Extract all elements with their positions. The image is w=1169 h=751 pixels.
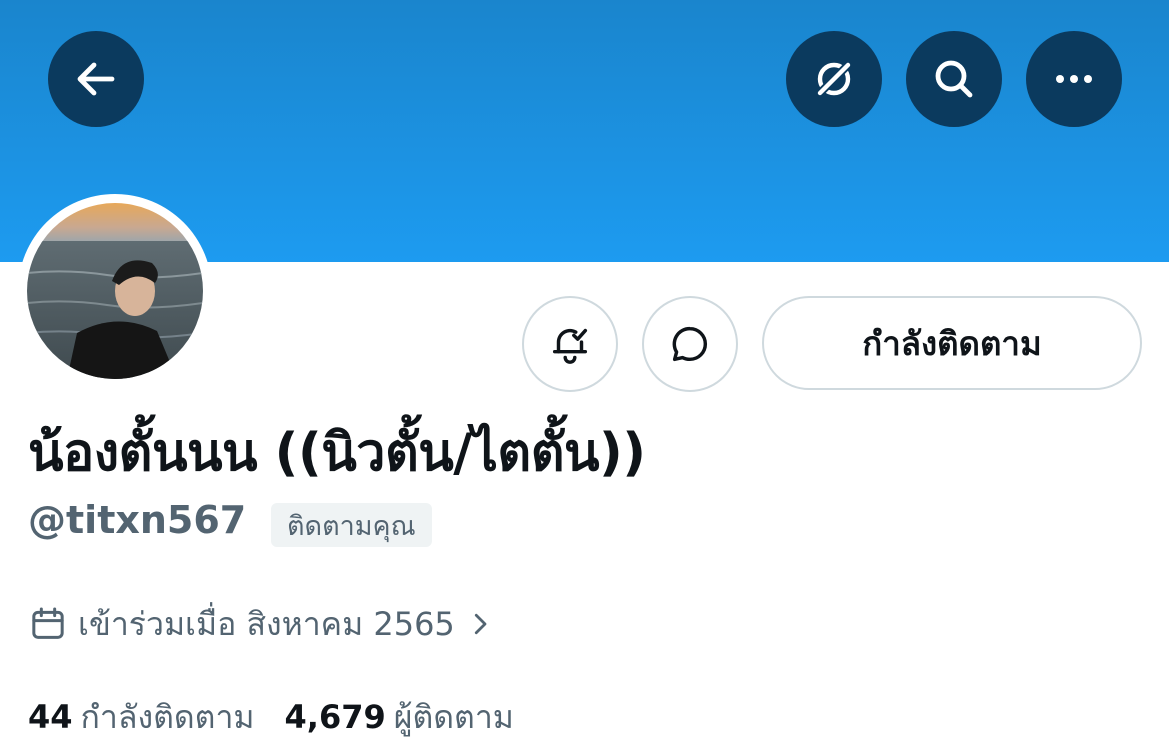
follows-you-badge: ติดตามคุณ xyxy=(271,503,432,547)
back-button[interactable] xyxy=(48,31,144,127)
followers-label: ผู้ติดตาม xyxy=(393,698,514,736)
chevron-right-icon xyxy=(474,613,487,635)
slash-circle-icon xyxy=(815,60,853,98)
follow-stats: 44 กำลังติดตาม 4,679 ผู้ติดตาม xyxy=(28,692,544,743)
avatar[interactable] xyxy=(27,203,203,379)
avatar-border xyxy=(18,194,212,388)
notify-button[interactable] xyxy=(522,296,618,392)
search-icon xyxy=(935,60,973,98)
following-label: กำลังติดตาม xyxy=(80,698,255,736)
search-button[interactable] xyxy=(906,31,1002,127)
following-button[interactable]: กำลังติดตาม xyxy=(762,296,1142,390)
avatar-photo xyxy=(27,203,203,379)
bell-check-icon xyxy=(552,328,588,364)
joined-date[interactable]: เข้าร่วมเมื่อ สิงหาคม 2565 xyxy=(28,600,495,648)
grok-button[interactable] xyxy=(786,31,882,127)
username-handle: @titxn567 xyxy=(28,498,247,542)
more-button[interactable] xyxy=(1026,31,1122,127)
followers-link[interactable]: 4,679 ผู้ติดตาม xyxy=(285,692,514,743)
message-button[interactable] xyxy=(642,296,738,392)
more-horizontal-icon xyxy=(1056,75,1092,83)
display-name: น้องตั้นนน ((นิวตั้น/ไตตั้น)) xyxy=(28,423,646,483)
message-bubble-icon xyxy=(672,326,707,362)
followers-count: 4,679 xyxy=(284,698,386,736)
arrow-left-icon xyxy=(77,62,115,96)
calendar-icon xyxy=(32,607,64,639)
following-count: 44 xyxy=(28,698,73,736)
joined-date-label: เข้าร่วมเมื่อ สิงหาคม 2565 xyxy=(78,604,455,643)
following-link[interactable]: 44 กำลังติดตาม xyxy=(28,692,255,743)
